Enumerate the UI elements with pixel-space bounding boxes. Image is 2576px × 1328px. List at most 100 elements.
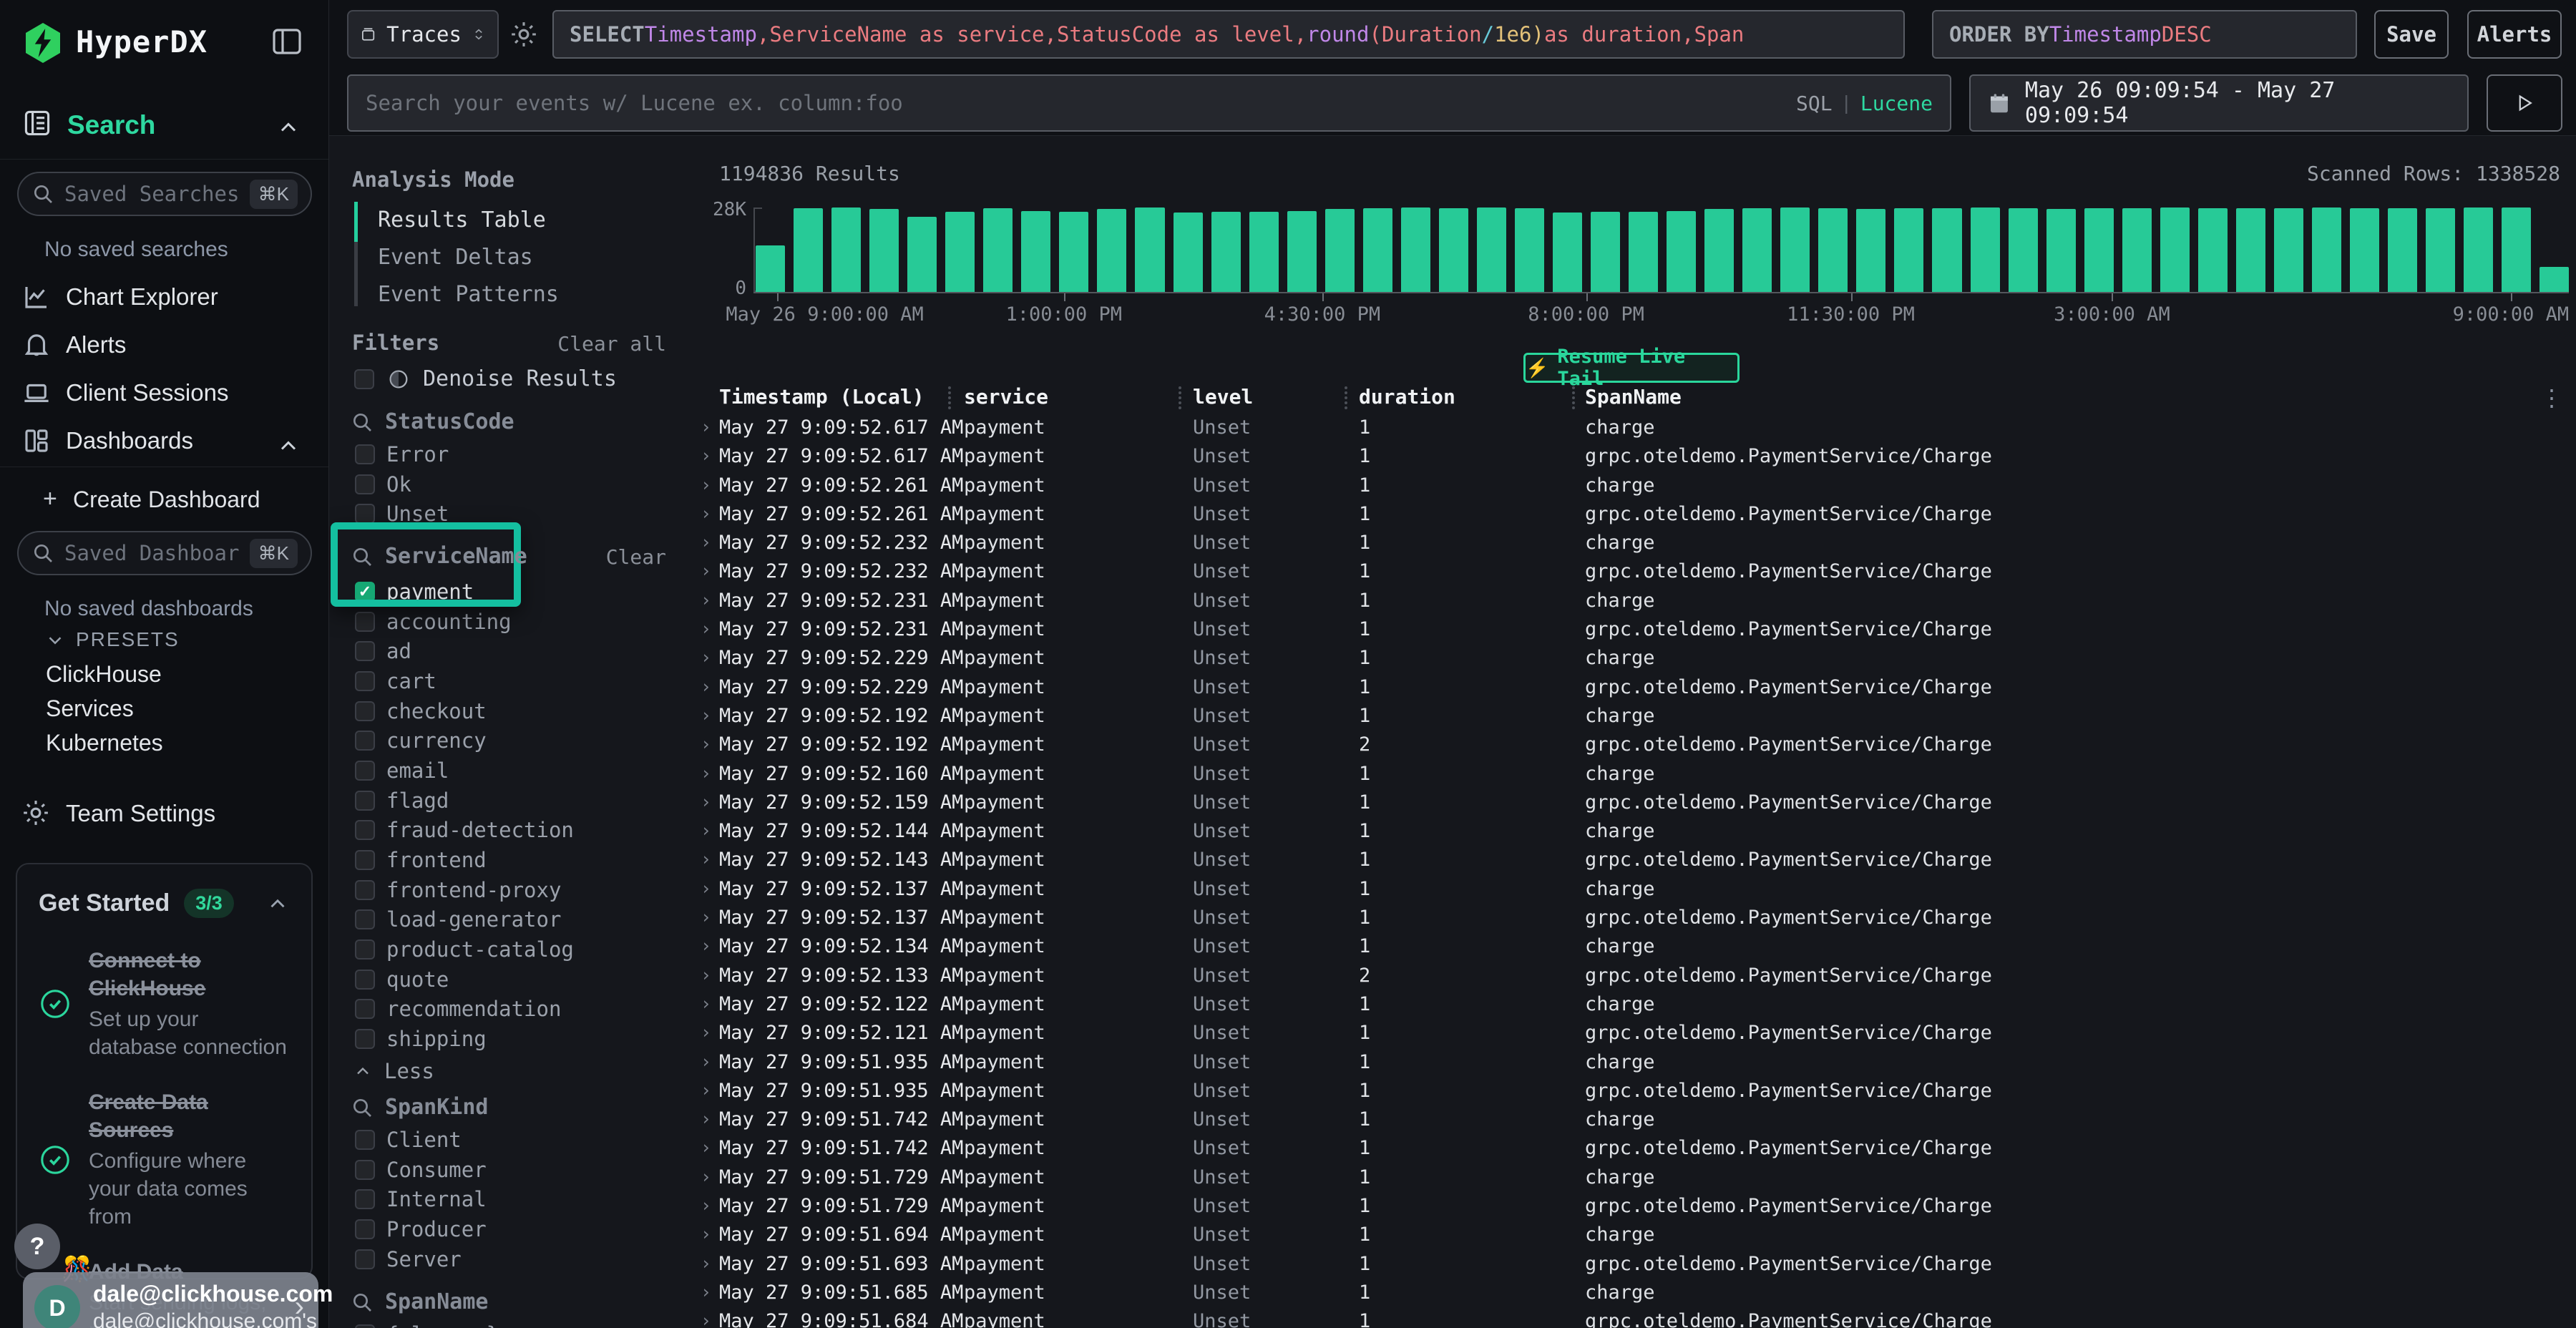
filter-option-Producer[interactable]: Producer xyxy=(353,1214,691,1244)
filter-option-ad[interactable]: ad xyxy=(353,636,691,666)
table-row[interactable]: ›May 27 9:09:51.693 AMpaymentUnset1grpc.… xyxy=(691,1250,2576,1279)
checkbox[interactable] xyxy=(355,1130,375,1150)
filter-option-frontend[interactable]: frontend xyxy=(353,845,691,875)
checkbox[interactable] xyxy=(355,761,375,781)
checkbox[interactable] xyxy=(355,880,375,900)
filter-option-accounting[interactable]: accounting xyxy=(353,607,691,637)
table-row[interactable]: ›May 27 9:09:52.192 AMpaymentUnset1charg… xyxy=(691,702,2576,731)
filter-option-frontend-proxy[interactable]: frontend-proxy xyxy=(353,875,691,905)
chevron-up-icon[interactable] xyxy=(265,892,290,916)
table-row[interactable]: ›May 27 9:09:51.729 AMpaymentUnset1charg… xyxy=(691,1163,2576,1192)
table-row[interactable]: ›May 27 9:09:52.144 AMpaymentUnset1charg… xyxy=(691,817,2576,846)
checkbox[interactable] xyxy=(355,1160,375,1180)
checkbox[interactable] xyxy=(355,909,375,929)
clear-all-link[interactable]: Clear all xyxy=(557,332,666,356)
filter-option-Client[interactable]: Client xyxy=(353,1125,691,1155)
table-row[interactable]: ›May 27 9:09:52.231 AMpaymentUnset1grpc.… xyxy=(691,615,2576,644)
servicename-clear-link[interactable]: Clear xyxy=(606,545,666,569)
table-row[interactable]: ›May 27 9:09:52.261 AMpaymentUnset1charg… xyxy=(691,472,2576,500)
filter-option-Internal[interactable]: Internal xyxy=(353,1184,691,1214)
col-timestamp[interactable]: Timestamp (Local) xyxy=(719,385,924,409)
source-select[interactable]: Traces xyxy=(347,10,499,59)
user-menu[interactable]: D dale@clickhouse.com dale@clickhouse.co… xyxy=(23,1272,318,1328)
sidebar-item-alerts[interactable]: Alerts xyxy=(0,328,328,368)
col-spanname[interactable]: SpanName xyxy=(1585,385,1682,409)
save-button[interactable]: Save xyxy=(2374,10,2449,59)
table-row[interactable]: ›May 27 9:09:52.261 AMpaymentUnset1grpc.… xyxy=(691,500,2576,529)
saved-searches-input[interactable]: Saved Searches ⌘K xyxy=(17,172,312,216)
filter-option-load-generator[interactable]: load-generator xyxy=(353,905,691,935)
column-resize-handle[interactable] xyxy=(1572,386,1575,409)
checkbox[interactable] xyxy=(355,850,375,870)
filter-option-cart[interactable]: cart xyxy=(353,666,691,696)
table-row[interactable]: ›May 27 9:09:52.133 AMpaymentUnset2grpc.… xyxy=(691,962,2576,990)
filter-option-email[interactable]: email xyxy=(353,756,691,786)
sidebar-item-dashboards[interactable]: Dashboards xyxy=(0,424,328,464)
filter-option-flagd[interactable]: flagd xyxy=(353,786,691,816)
col-duration[interactable]: duration xyxy=(1359,385,1455,409)
checkbox[interactable] xyxy=(355,970,375,990)
column-resize-handle[interactable] xyxy=(948,386,951,409)
date-range-picker[interactable]: May 26 09:09:54 - May 27 09:09:54 xyxy=(1969,74,2469,132)
sidebar-item-client-sessions[interactable]: Client Sessions xyxy=(0,376,328,416)
checkbox[interactable] xyxy=(355,999,375,1019)
checkbox[interactable] xyxy=(355,939,375,960)
table-row[interactable]: ›May 27 9:09:51.685 AMpaymentUnset1charg… xyxy=(691,1279,2576,1307)
chevron-up-icon[interactable] xyxy=(275,114,301,140)
get-started-item[interactable]: Create Data SourcesConfigure where your … xyxy=(39,1088,290,1231)
chevron-up-icon[interactable] xyxy=(275,433,301,459)
table-row[interactable]: ›May 27 9:09:52.617 AMpaymentUnset1grpc.… xyxy=(691,442,2576,471)
filter-option-payment[interactable]: ✓payment xyxy=(353,577,691,607)
filter-group-servicename[interactable]: ServiceName xyxy=(351,544,527,569)
filter-group-spankind[interactable]: SpanKind xyxy=(351,1095,489,1120)
table-row[interactable]: ›May 27 9:09:51.684 AMpaymentUnset1grpc.… xyxy=(691,1307,2576,1328)
mode-sql-toggle[interactable]: SQL xyxy=(1796,92,1833,115)
table-row[interactable]: ›May 27 9:09:51.742 AMpaymentUnset1charg… xyxy=(691,1105,2576,1134)
checkbox[interactable] xyxy=(355,444,375,464)
checkbox[interactable] xyxy=(355,504,375,524)
filter-option-recommendation[interactable]: recommendation xyxy=(353,995,691,1025)
analysis-mode-event-deltas[interactable]: Event Deltas xyxy=(378,245,533,270)
table-row[interactable]: ›May 27 9:09:51.935 AMpaymentUnset1grpc.… xyxy=(691,1077,2576,1105)
denoise-results-option[interactable]: Denoise Results xyxy=(354,366,617,391)
table-row[interactable]: ›May 27 9:09:52.229 AMpaymentUnset1grpc.… xyxy=(691,673,2576,702)
filter-option-Unset[interactable]: Unset xyxy=(353,499,691,529)
get-started-item[interactable]: Connect to ClickHouseSet up your databas… xyxy=(39,947,290,1061)
checkbox[interactable] xyxy=(355,641,375,661)
order-by-input[interactable]: ORDER BY Timestamp DESC xyxy=(1932,10,2357,59)
filter-option-quote[interactable]: quote xyxy=(353,965,691,995)
table-row[interactable]: ›May 27 9:09:52.159 AMpaymentUnset1grpc.… xyxy=(691,788,2576,817)
sidebar-item-chart-explorer[interactable]: Chart Explorer xyxy=(0,280,328,321)
filter-option-Ok[interactable]: Ok xyxy=(353,469,691,499)
presets-toggle[interactable]: PRESETS xyxy=(0,627,328,655)
filter-option-currency[interactable]: currency xyxy=(353,726,691,756)
table-row[interactable]: ›May 27 9:09:52.137 AMpaymentUnset1grpc.… xyxy=(691,904,2576,932)
checkbox[interactable] xyxy=(355,671,375,691)
analysis-mode-results-table[interactable]: Results Table xyxy=(378,208,546,233)
denoise-checkbox[interactable] xyxy=(354,369,374,389)
filter-option-Error[interactable]: Error xyxy=(353,439,691,469)
table-row[interactable]: ›May 27 9:09:52.617 AMpaymentUnset1charg… xyxy=(691,414,2576,442)
alerts-button[interactable]: Alerts xyxy=(2467,10,2562,59)
filter-option-Server[interactable]: Server xyxy=(353,1244,691,1274)
table-row[interactable]: ›May 27 9:09:52.160 AMpaymentUnset1charg… xyxy=(691,760,2576,788)
filter-option-product-catalog[interactable]: product-catalog xyxy=(353,934,691,965)
search-input[interactable]: Search your events w/ Lucene ex. column:… xyxy=(347,74,1951,132)
sidebar-item-search[interactable]: Search xyxy=(0,106,328,149)
sql-select-input[interactable]: SELECT Timestamp, ServiceName as service… xyxy=(552,10,1905,59)
table-row[interactable]: ›May 27 9:09:52.121 AMpaymentUnset1grpc.… xyxy=(691,1019,2576,1048)
checkbox[interactable] xyxy=(355,1219,375,1239)
checkbox[interactable] xyxy=(355,474,375,494)
table-row[interactable]: ›May 27 9:09:51.935 AMpaymentUnset1charg… xyxy=(691,1048,2576,1077)
column-resize-handle[interactable] xyxy=(1345,386,1347,409)
table-row[interactable]: ›May 27 9:09:52.137 AMpaymentUnset1charg… xyxy=(691,875,2576,904)
sidebar-preset-services[interactable]: Services xyxy=(0,691,328,726)
filter-option-checkout[interactable]: checkout xyxy=(353,696,691,726)
checkbox[interactable] xyxy=(355,731,375,751)
filter-option-{closure}[interactable]: {closure} xyxy=(353,1319,691,1328)
table-options-kebab-icon[interactable]: ⋮ xyxy=(2540,385,2563,411)
help-button[interactable]: ? xyxy=(14,1224,60,1269)
table-row[interactable]: ›May 27 9:09:52.192 AMpaymentUnset2grpc.… xyxy=(691,731,2576,759)
collapse-sidebar-icon[interactable] xyxy=(270,24,304,59)
filter-option-fraud-detection[interactable]: fraud-detection xyxy=(353,816,691,846)
